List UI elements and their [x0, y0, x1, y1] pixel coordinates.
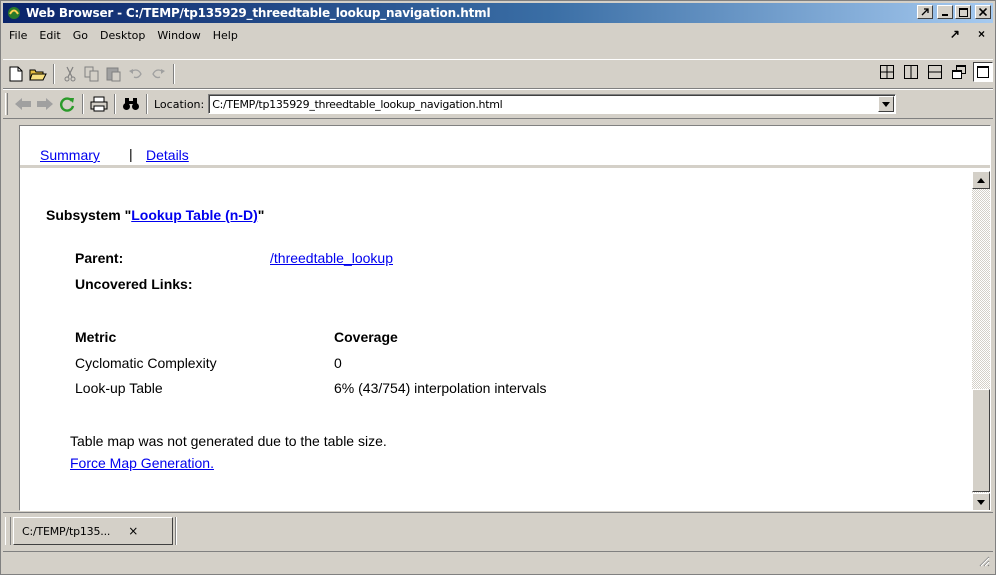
uncovered-links-label: Uncovered Links:	[75, 276, 193, 292]
subsystem-prefix: Subsystem "	[46, 207, 132, 223]
menu-bar: File Edit Go Desktop Window Help ↗ ×	[3, 24, 993, 46]
redo-icon[interactable]	[147, 63, 169, 85]
close-doc-icon[interactable]: ×	[978, 27, 985, 41]
toolbar-separator	[173, 64, 175, 84]
browser-content: Summary | Details Subsystem "Lookup Tabl…	[19, 125, 991, 511]
tile-rows-icon[interactable]	[925, 62, 945, 82]
matlab-logo-icon	[6, 5, 22, 21]
tile-columns-icon[interactable]	[901, 62, 921, 82]
close-tab-icon[interactable]: ×	[128, 524, 138, 538]
tabs-separator: |	[129, 146, 133, 162]
menu-window[interactable]: Window	[151, 29, 206, 42]
refresh-icon[interactable]	[56, 93, 78, 115]
scroll-up-button[interactable]	[972, 171, 990, 189]
forward-arrow-icon[interactable]	[34, 93, 56, 115]
menu-go[interactable]: Go	[67, 29, 94, 42]
coverage-header: Coverage	[334, 329, 398, 345]
copy-icon[interactable]	[81, 63, 103, 85]
document-tab-label: C:/TEMP/tp135...	[22, 524, 111, 538]
menu-desktop[interactable]: Desktop	[94, 29, 151, 42]
metric-name: Cyclomatic Complexity	[75, 355, 217, 371]
parent-link[interactable]: /threedtable_lookup	[270, 250, 393, 266]
subsystem-heading: Subsystem "Lookup Table (n-D)"	[46, 207, 264, 223]
tile-grid-icon[interactable]	[877, 62, 897, 82]
metric-name: Look-up Table	[75, 380, 163, 396]
tab-separator	[175, 517, 177, 545]
toolbar-separator	[146, 94, 148, 114]
metric-coverage: 0	[334, 355, 342, 371]
maximize-layout-icon[interactable]	[973, 62, 993, 82]
paste-icon[interactable]	[103, 63, 125, 85]
metric-coverage: 6% (43/754) interpolation intervals	[334, 380, 547, 396]
resize-grip-icon[interactable]	[978, 555, 990, 570]
scroll-thumb[interactable]	[972, 389, 990, 492]
minimize-button[interactable]	[937, 5, 953, 19]
vertical-scrollbar[interactable]	[972, 171, 990, 510]
float-icon[interactable]	[949, 62, 969, 82]
close-button[interactable]	[975, 5, 991, 19]
menu-file[interactable]: File	[3, 29, 33, 42]
undo-icon[interactable]	[125, 63, 147, 85]
document-tab-strip: C:/TEMP/tp135... ×	[3, 512, 993, 548]
navigation-toolbar: Location: C:/TEMP/tp135929_threedtable_l…	[3, 89, 993, 119]
table-map-note: Table map was not generated due to the t…	[70, 433, 387, 449]
window-title: Web Browser - C:/TEMP/tp135929_threedtab…	[26, 6, 491, 20]
cut-icon[interactable]	[59, 63, 81, 85]
toolbar-grip[interactable]	[5, 93, 8, 115]
force-map-generation-link[interactable]: Force Map Generation.	[70, 455, 214, 471]
open-folder-icon[interactable]	[27, 63, 49, 85]
details-link[interactable]: Details	[146, 147, 189, 163]
undock-icon[interactable]: ↗	[950, 27, 960, 41]
find-binoculars-icon[interactable]	[120, 93, 142, 115]
metric-header: Metric	[75, 329, 117, 345]
document-tab[interactable]: C:/TEMP/tp135... ×	[13, 517, 173, 545]
toolbar-separator	[114, 94, 116, 114]
summary-link[interactable]: Summary	[40, 147, 100, 163]
menu-edit[interactable]: Edit	[33, 29, 66, 42]
new-page-icon[interactable]	[5, 63, 27, 85]
print-icon[interactable]	[88, 93, 110, 115]
report-tabs: Summary | Details	[20, 126, 990, 168]
location-label: Location:	[154, 97, 205, 111]
toolbar-separator	[82, 94, 84, 114]
scroll-down-button[interactable]	[972, 493, 990, 510]
report-body: Subsystem "Lookup Table (n-D)" Parent: /…	[20, 171, 970, 510]
dock-button[interactable]	[917, 5, 933, 19]
title-bar[interactable]: Web Browser - C:/TEMP/tp135929_threedtab…	[3, 3, 993, 23]
subsystem-link[interactable]: Lookup Table (n-D)	[131, 207, 258, 223]
tab-strip-grip[interactable]	[5, 517, 11, 545]
maximize-button[interactable]	[955, 5, 971, 19]
back-arrow-icon[interactable]	[12, 93, 34, 115]
browser-window: Web Browser - C:/TEMP/tp135929_threedtab…	[0, 0, 996, 575]
subsystem-suffix: "	[257, 207, 265, 223]
status-bar	[3, 551, 993, 573]
location-dropdown-button[interactable]	[878, 96, 895, 112]
parent-label: Parent:	[75, 250, 124, 266]
menu-help[interactable]: Help	[207, 29, 244, 42]
location-input[interactable]: C:/TEMP/tp135929_threedtable_lookup_navi…	[208, 94, 897, 114]
location-value: C:/TEMP/tp135929_threedtable_lookup_navi…	[212, 97, 503, 111]
main-toolbar	[3, 59, 993, 89]
toolbar-separator	[53, 64, 55, 84]
